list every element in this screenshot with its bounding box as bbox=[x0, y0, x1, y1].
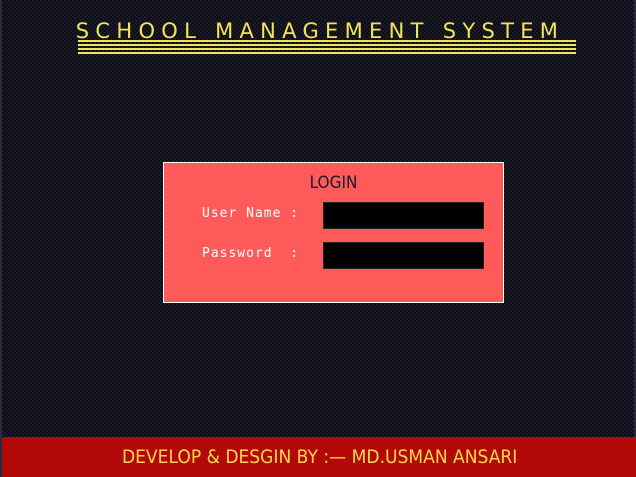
password-input[interactable] bbox=[323, 242, 484, 269]
password-label: Password : bbox=[202, 246, 300, 261]
login-panel: LOGIN User Name : Password : bbox=[163, 162, 504, 303]
username-label: User Name : bbox=[202, 206, 300, 221]
login-screen: SCHOOL MANAGEMENT SYSTEM LOGIN User Name… bbox=[0, 0, 636, 477]
developer-credit: DEVELOP & DESGIN BY :— MD.USMAN ANSARI bbox=[122, 446, 518, 468]
username-input[interactable] bbox=[323, 202, 484, 229]
footer-bar: DEVELOP & DESGIN BY :— MD.USMAN ANSARI bbox=[2, 437, 636, 477]
title-double-underline bbox=[78, 40, 576, 56]
login-heading: LOGIN bbox=[309, 173, 358, 193]
